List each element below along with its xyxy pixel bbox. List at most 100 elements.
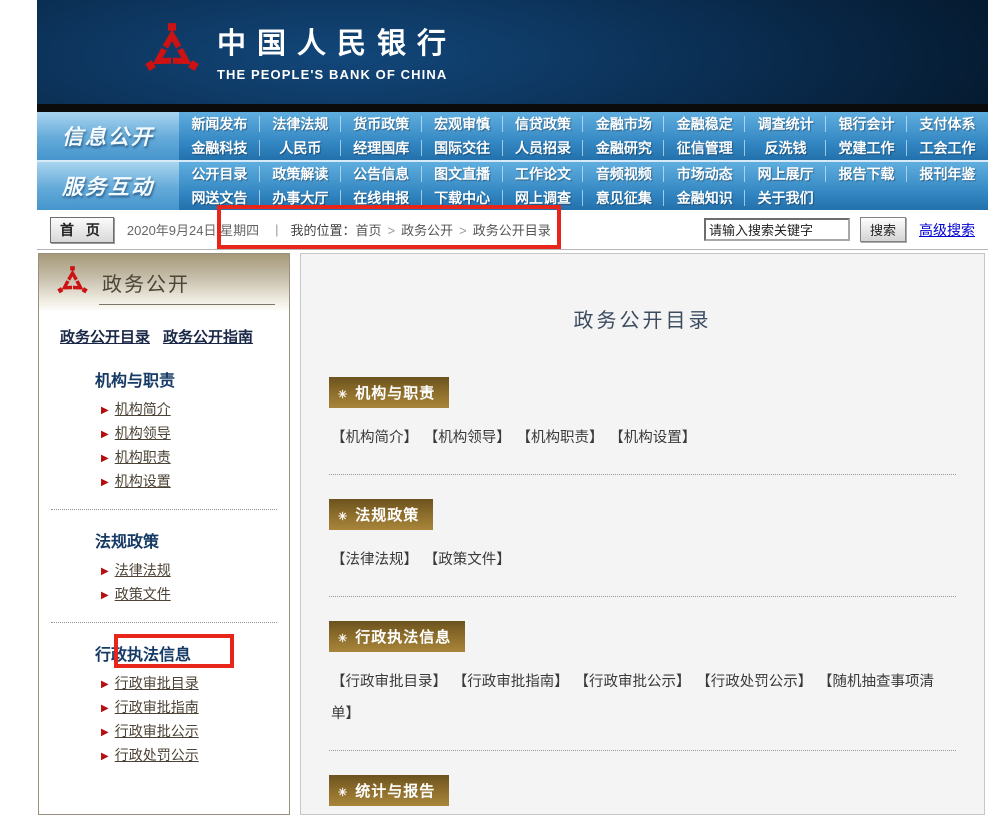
nav-item[interactable]: 调查统计 <box>745 112 826 136</box>
catalog-link[interactable]: 【机构职责】 <box>524 430 604 446</box>
nav-group-label: 服务互动 <box>37 162 179 210</box>
sidebar-item-label[interactable]: 行政审批目录 <box>115 675 199 691</box>
section-header-label: 行政执法信息 <box>355 629 451 646</box>
breadcrumb-item[interactable]: 首页 <box>356 223 382 238</box>
nav-group: 信息公开新闻发布法律法规货币政策宏观审慎信贷政策金融市场金融稳定调查统计银行会计… <box>37 112 988 160</box>
search-input[interactable] <box>704 218 850 241</box>
nav-row: 网送文告办事大厅在线申报下载中心网上调查意见征集金融知识关于我们 <box>179 186 988 210</box>
sidebar-item-label[interactable]: 机构职责 <box>115 449 171 465</box>
page-title: 政务公开目录 <box>301 304 984 333</box>
nav-item[interactable]: 宏观审慎 <box>422 112 503 136</box>
sidebar-item-label[interactable]: 行政处罚公示 <box>115 747 199 763</box>
sidebar-item[interactable]: ▶政策文件 <box>39 586 289 604</box>
sidebar-top-links: 政务公开目录政务公开指南 <box>39 310 289 349</box>
nav-item[interactable]: 政策解读 <box>260 162 341 186</box>
breadcrumb-toolbar: 首 页 2020年9月24日 星期四 | 我的位置： 首页>政务公开>政务公开目… <box>37 210 988 250</box>
nav-item[interactable]: 报告下载 <box>826 162 907 186</box>
catalog-link[interactable]: 【行政审批指南】 <box>460 674 569 690</box>
nav-item[interactable]: 支付体系 <box>907 112 988 136</box>
catalog-link[interactable]: 【机构设置】 <box>617 430 697 446</box>
triangle-bullet-icon: ▶ <box>101 477 109 488</box>
nav-item[interactable]: 信贷政策 <box>503 112 584 136</box>
triangle-bullet-icon: ▶ <box>101 453 109 464</box>
sidebar-item[interactable]: ▶机构领导 <box>39 425 289 443</box>
nav-item[interactable]: 网上展厅 <box>745 162 826 186</box>
site-container: 中国人民银行 THE PEOPLE'S BANK OF CHINA 信息公开新闻… <box>37 0 988 670</box>
sidebar-item[interactable]: ▶机构简介 <box>39 401 289 419</box>
nav-item[interactable]: 工作论文 <box>503 162 584 186</box>
nav-item[interactable]: 办事大厅 <box>260 186 341 210</box>
nav-item[interactable]: 国际交往 <box>422 136 503 160</box>
nav-item[interactable]: 意见征集 <box>583 186 664 210</box>
sidebar-item-label[interactable]: 政策文件 <box>115 586 171 602</box>
section-header-label: 机构与职责 <box>355 385 435 402</box>
sidebar-item[interactable]: ▶ 机构职责 <box>39 449 289 467</box>
nav-item[interactable]: 图文直播 <box>422 162 503 186</box>
nav-item[interactable]: 人员招录 <box>503 136 584 160</box>
location-label: 我的位置： <box>291 220 356 239</box>
date-text: 2020年9月24日 星期四 <box>127 220 259 239</box>
nav-item[interactable]: 人民币 <box>260 136 341 160</box>
sidebar-item[interactable]: ▶行政处罚公示 <box>39 747 289 765</box>
catalog-link[interactable]: 【机构简介】 <box>331 430 418 446</box>
home-button[interactable]: 首 页 <box>50 217 114 243</box>
advanced-search-link[interactable]: 高级搜索 <box>919 220 975 240</box>
nav-item[interactable]: 征信管理 <box>664 136 745 160</box>
sidebar-item[interactable]: ▶行政审批指南 <box>39 699 289 717</box>
sidebar-item-label[interactable]: 机构设置 <box>115 473 171 489</box>
nav-item[interactable]: 金融知识 <box>664 186 745 210</box>
nav-item[interactable]: 反洗钱 <box>745 136 826 160</box>
sidebar-item-label[interactable]: 法律法规 <box>115 562 171 578</box>
site-header: 中国人民银行 THE PEOPLE'S BANK OF CHINA <box>37 0 988 104</box>
nav-row: 金融科技人民币经理国库国际交往人员招录金融研究征信管理反洗钱党建工作工会工作 <box>179 136 988 160</box>
catalog-link[interactable]: 【机构领导】 <box>431 430 511 446</box>
nav-item[interactable]: 音频视频 <box>583 162 664 186</box>
nav-item[interactable]: 工会工作 <box>907 136 988 160</box>
breadcrumb-item[interactable]: 政务公开 <box>401 223 453 238</box>
catalog-link[interactable]: 【法律法规】 <box>331 552 418 568</box>
catalog-link[interactable]: 【行政审批目录】 <box>331 674 447 690</box>
nav-item[interactable]: 银行会计 <box>826 112 907 136</box>
nav-item[interactable]: 新闻发布 <box>179 112 260 136</box>
sidebar-item-label[interactable]: 机构领导 <box>115 425 171 441</box>
nav-item[interactable]: 公开目录 <box>179 162 260 186</box>
nav-item[interactable]: 金融稳定 <box>664 112 745 136</box>
nav-item[interactable]: 金融研究 <box>583 136 664 160</box>
nav-item[interactable]: 金融科技 <box>179 136 260 160</box>
nav-item[interactable]: 下载中心 <box>422 186 503 210</box>
sidebar-item[interactable]: ▶ 行政审批目录 <box>39 675 289 693</box>
nav-item[interactable]: 报刊年鉴 <box>907 162 988 186</box>
breadcrumb-item[interactable]: 政务公开目录 <box>473 223 551 238</box>
nav-item[interactable]: 网送文告 <box>179 186 260 210</box>
nav-item[interactable]: 公告信息 <box>341 162 422 186</box>
catalog-link[interactable]: 【政策文件】 <box>431 552 511 568</box>
section-header: ✳机构与职责 <box>329 377 449 408</box>
sidebar-item-label[interactable]: 机构简介 <box>115 401 171 417</box>
sidebar-item[interactable]: ▶法律法规 <box>39 562 289 580</box>
header-divider <box>37 104 988 112</box>
nav-item[interactable]: 经理国库 <box>341 136 422 160</box>
sidebar: 政务公开 政务公开目录政务公开指南 机构与职责▶机构简介▶机构领导▶机构职责▶机… <box>38 253 290 815</box>
nav-cell-empty <box>907 186 988 210</box>
triangle-bullet-icon: ▶ <box>101 679 109 690</box>
search-button[interactable]: 搜索 <box>860 217 906 242</box>
sidebar-item-label[interactable]: 行政审批指南 <box>115 699 199 715</box>
sidebar-item-label[interactable]: 行政审批公示 <box>115 723 199 739</box>
nav-item[interactable]: 在线申报 <box>341 186 422 210</box>
catalog-link[interactable]: 【行政处罚公示】 <box>704 674 813 690</box>
sidebar-item[interactable]: ▶ 行政审批公示 <box>39 723 289 741</box>
triangle-bullet-icon: ▶ <box>101 727 109 738</box>
nav-item[interactable]: 金融市场 <box>583 112 664 136</box>
sidebar-section-heading: 机构与职责 <box>39 367 289 391</box>
nav-item[interactable]: 网上调查 <box>503 186 584 210</box>
nav-item[interactable]: 市场动态 <box>664 162 745 186</box>
sidebar-item[interactable]: ▶ 机构设置 <box>39 473 289 491</box>
nav-item[interactable]: 法律法规 <box>260 112 341 136</box>
sidebar-top-link[interactable]: 政务公开目录 <box>60 329 150 346</box>
section-links: 【行政审批目录】【行政审批指南】【行政审批公示】【行政处罚公示】【随机抽查事项清… <box>331 666 954 730</box>
nav-item[interactable]: 货币政策 <box>341 112 422 136</box>
sidebar-top-link[interactable]: 政务公开指南 <box>163 329 253 346</box>
nav-item[interactable]: 党建工作 <box>826 136 907 160</box>
catalog-link[interactable]: 【行政审批公示】 <box>582 674 691 690</box>
nav-item[interactable]: 关于我们 <box>745 186 826 210</box>
